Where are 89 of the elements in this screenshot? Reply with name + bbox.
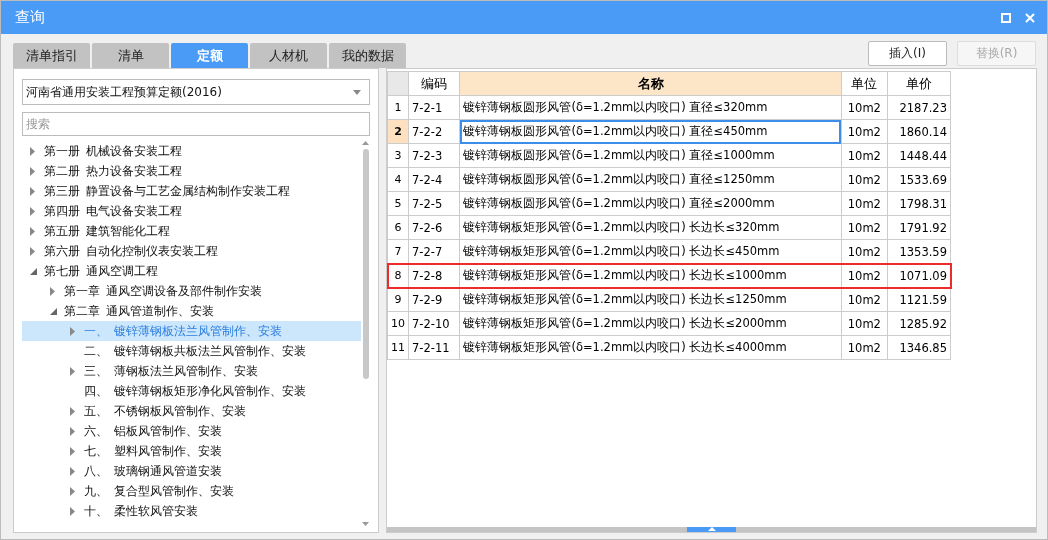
- row-number: 5: [387, 191, 409, 216]
- table-cell: 10m2: [841, 335, 888, 360]
- table-cell: 7-2-5: [408, 191, 460, 216]
- table-cell: 镀锌薄钢板矩形风管(δ=1.2mm以内咬口) 长边长≤320mm: [459, 215, 842, 240]
- scroll-down-icon[interactable]: [362, 522, 369, 526]
- row-number: 1: [387, 95, 409, 120]
- tree-item[interactable]: 八、 玻璃钢通风管道安装: [22, 461, 361, 481]
- window-title: 查询: [15, 8, 45, 27]
- row-number: 3: [387, 143, 409, 168]
- maximize-icon[interactable]: [1001, 12, 1011, 23]
- table-cell: 2187.23: [887, 95, 951, 120]
- table-cell: 7-2-11: [408, 335, 460, 360]
- table-cell: 镀锌薄钢板圆形风管(δ=1.2mm以内咬口) 直径≤2000mm: [459, 191, 842, 216]
- column-header: 名称: [459, 71, 842, 96]
- table-cell: 7-2-1: [408, 95, 460, 120]
- table-cell: 1346.85: [887, 335, 951, 360]
- tree-item[interactable]: 三、 薄钢板法兰风管制作、安装: [22, 361, 361, 381]
- table-cell: 10m2: [841, 215, 888, 240]
- tree-item[interactable]: 第四册 电气设备安装工程: [22, 201, 361, 221]
- row-number: 10: [387, 311, 409, 336]
- library-dropdown[interactable]: 河南省通用安装工程预算定额(2016): [22, 79, 370, 105]
- collapse-arrow-icon[interactable]: [50, 307, 57, 315]
- table-cell: 1285.92: [887, 311, 951, 336]
- table-cell: 10m2: [841, 143, 888, 168]
- tree-item[interactable]: 第七册 通风空调工程: [22, 261, 361, 281]
- tree-item[interactable]: 第一章 通风空调设备及部件制作安装: [22, 281, 361, 301]
- table-cell: 1791.92: [887, 215, 951, 240]
- table-cell: 镀锌薄钢板矩形风管(δ=1.2mm以内咬口) 长边长≤1250mm: [459, 287, 842, 312]
- column-header: 单价: [887, 71, 951, 96]
- expand-arrow-icon[interactable]: [50, 286, 55, 296]
- tree-item[interactable]: 九、 复合型风管制作、安装: [22, 481, 361, 501]
- row-number: 6: [387, 215, 409, 240]
- tree-item[interactable]: 六、 铝板风管制作、安装: [22, 421, 361, 441]
- tree-item[interactable]: 二、 镀锌薄钢板共板法兰风管制作、安装: [22, 341, 361, 361]
- tree-item[interactable]: 第五册 建筑智能化工程: [22, 221, 361, 241]
- tab[interactable]: 人材机: [250, 43, 327, 68]
- tree-item[interactable]: 五、 不锈钢板风管制作、安装: [22, 401, 361, 421]
- tree-item[interactable]: 第六册 自动化控制仪表安装工程: [22, 241, 361, 261]
- tree-item[interactable]: 第二章 通风管道制作、安装: [22, 301, 361, 321]
- collapse-arrow-icon[interactable]: [30, 267, 37, 275]
- table-cell: 7-2-3: [408, 143, 460, 168]
- table-cell: 7-2-10: [408, 311, 460, 336]
- scrollbar-thumb[interactable]: [362, 149, 369, 379]
- table-cell: 7-2-6: [408, 215, 460, 240]
- scroll-up-icon[interactable]: [362, 141, 369, 145]
- table-cell: 镀锌薄钢板圆形风管(δ=1.2mm以内咬口) 直径≤450mm: [459, 119, 842, 144]
- row-number: 7: [387, 239, 409, 264]
- tab[interactable]: 我的数据: [329, 43, 406, 68]
- column-header: 编码: [408, 71, 460, 96]
- tree-item[interactable]: 第三册 静置设备与工艺金属结构制作安装工程: [22, 181, 361, 201]
- tree-item[interactable]: 十、 柔性软风管安装: [22, 501, 361, 521]
- table-cell: 1798.31: [887, 191, 951, 216]
- close-icon[interactable]: [1025, 12, 1035, 23]
- table-cell: 镀锌薄钢板圆形风管(δ=1.2mm以内咬口) 直径≤320mm: [459, 95, 842, 120]
- expand-arrow-icon[interactable]: [70, 366, 75, 376]
- table-cell: 1121.59: [887, 287, 951, 312]
- row-number: 4: [387, 167, 409, 192]
- row-number: 2: [387, 119, 409, 144]
- table-cell: 10m2: [841, 311, 888, 336]
- table-cell: 7-2-2: [408, 119, 460, 144]
- tree-item[interactable]: 第二册 热力设备安装工程: [22, 161, 361, 181]
- table-cell: 10m2: [841, 119, 888, 144]
- table-cell: 镀锌薄钢板圆形风管(δ=1.2mm以内咬口) 直径≤1000mm: [459, 143, 842, 168]
- table-cell: 1533.69: [887, 167, 951, 192]
- table-cell: 7-2-9: [408, 287, 460, 312]
- row-number: 9: [387, 287, 409, 312]
- table-cell: 镀锌薄钢板矩形风管(δ=1.2mm以内咬口) 长边长≤2000mm: [459, 311, 842, 336]
- tree-item[interactable]: 七、 塑料风管制作、安装: [22, 441, 361, 461]
- dropdown-caret-icon: [353, 89, 361, 95]
- action-button[interactable]: 插入(I): [868, 41, 947, 66]
- table-cell: 10m2: [841, 287, 888, 312]
- table-cell: 1860.14: [887, 119, 951, 144]
- table-cell: 10m2: [841, 95, 888, 120]
- table-cell: 7-2-4: [408, 167, 460, 192]
- tab[interactable]: 清单指引: [13, 43, 90, 68]
- table-cell: 镀锌薄钢板圆形风管(δ=1.2mm以内咬口) 直径≤1250mm: [459, 167, 842, 192]
- tab[interactable]: 清单: [92, 43, 169, 68]
- scrollbar[interactable]: [361, 141, 370, 526]
- column-header: 单位: [841, 71, 888, 96]
- expand-arrow-icon[interactable]: [70, 326, 75, 336]
- row-number: 11: [387, 335, 409, 360]
- table-cell: 10m2: [841, 191, 888, 216]
- table-cell: 镀锌薄钢板矩形风管(δ=1.2mm以内咬口) 长边长≤4000mm: [459, 335, 842, 360]
- tree-item[interactable]: 四、 镀锌薄钢板矩形净化风管制作、安装: [22, 381, 361, 401]
- search-field[interactable]: 搜索: [22, 112, 370, 136]
- table-cell: 1448.44: [887, 143, 951, 168]
- tree-item[interactable]: 第一册 机械设备安装工程: [22, 141, 361, 161]
- table-cell: 10m2: [841, 167, 888, 192]
- splitter-handle[interactable]: [687, 527, 736, 532]
